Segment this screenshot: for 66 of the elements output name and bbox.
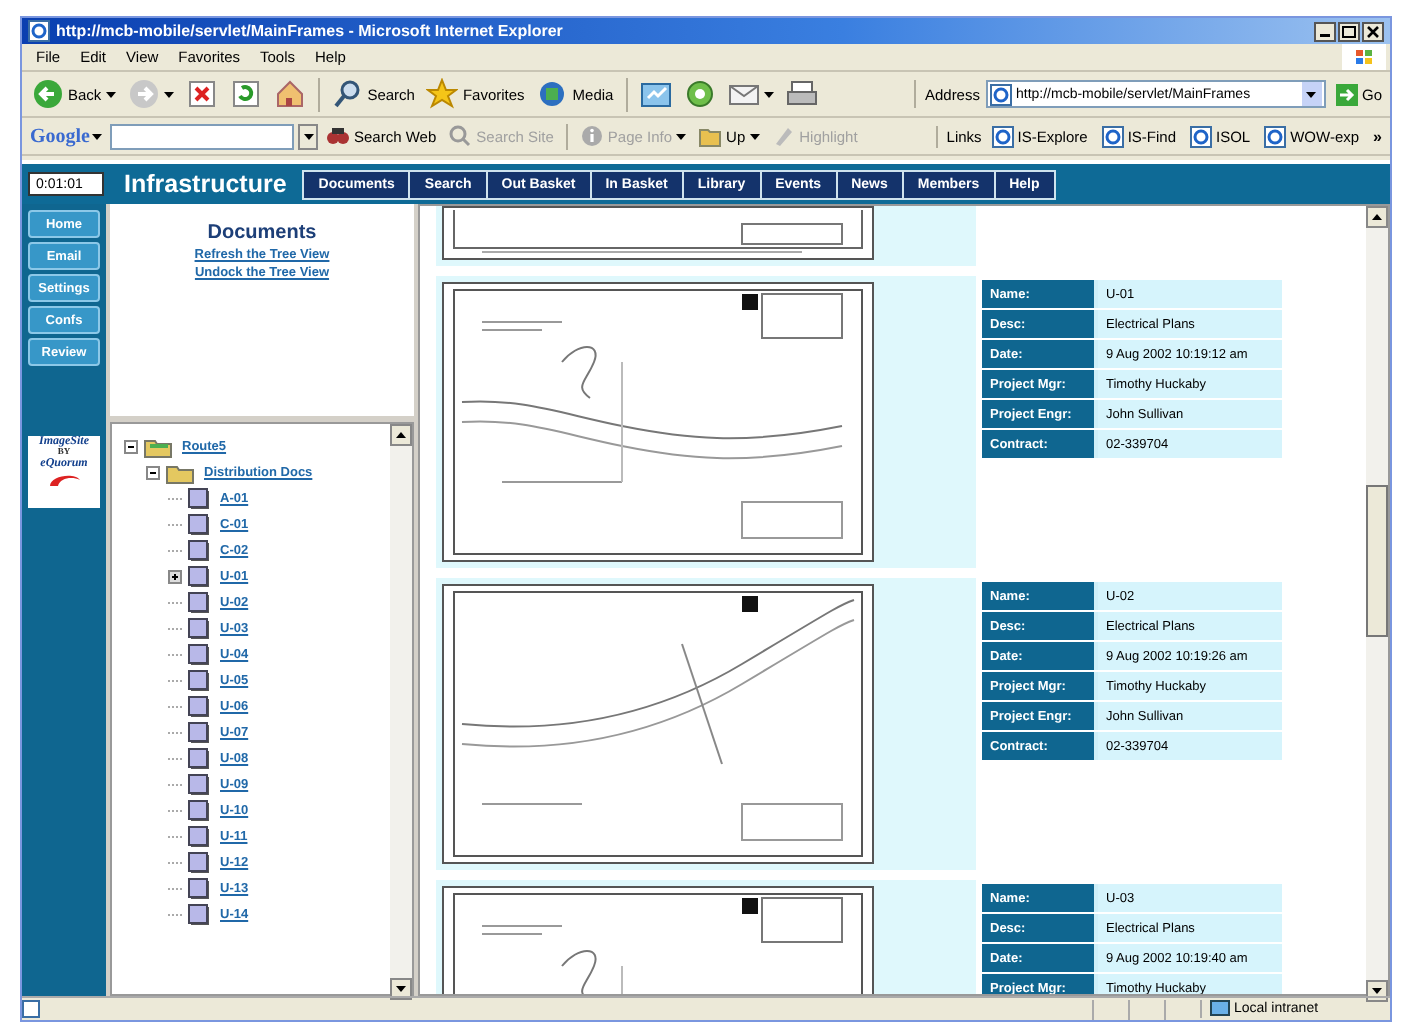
caret-icon[interactable] <box>763 91 774 97</box>
document-icon <box>188 774 210 796</box>
document-icon <box>188 566 210 588</box>
document-icon <box>188 618 210 640</box>
caret-icon[interactable] <box>1306 91 1317 97</box>
search-icon <box>331 78 364 110</box>
caret-icon[interactable] <box>105 91 116 97</box>
globe-icon[interactable] <box>683 78 716 110</box>
collapse-icon[interactable] <box>146 466 160 480</box>
magnifier-icon <box>448 124 473 148</box>
maximize-icon[interactable] <box>1338 21 1360 41</box>
document-icon <box>188 826 210 848</box>
document-icon <box>188 670 210 692</box>
page-icon <box>1264 125 1287 147</box>
document-icon <box>188 592 210 614</box>
site-title: Infrastructure <box>124 170 287 198</box>
caret-icon[interactable] <box>303 133 313 139</box>
scrollbar[interactable] <box>1366 206 1388 1002</box>
arrow-icon <box>1335 83 1358 105</box>
search-field[interactable] <box>110 123 294 149</box>
document-icon <box>188 852 210 874</box>
folder-icon <box>698 124 723 148</box>
document-icon <box>188 904 210 926</box>
minimize-icon[interactable] <box>1314 21 1336 41</box>
google-logo-button[interactable]: Google <box>26 125 106 147</box>
dropdown-button[interactable] <box>298 123 318 149</box>
caret-icon[interactable] <box>163 91 174 97</box>
document-icon <box>188 644 210 666</box>
document-icon <box>188 540 210 562</box>
close-icon[interactable] <box>1362 21 1384 41</box>
panel-title: Documents <box>207 222 317 244</box>
document-icon <box>188 748 210 770</box>
folder-icon <box>166 462 194 484</box>
home-icon[interactable] <box>273 78 306 110</box>
print-icon[interactable] <box>785 78 818 110</box>
document-icon <box>188 514 210 536</box>
marker-icon <box>771 124 796 148</box>
scrollbar[interactable] <box>390 424 412 1000</box>
refresh-icon[interactable] <box>229 78 262 110</box>
page-icon <box>989 83 1012 105</box>
page-icon <box>28 20 50 42</box>
back-icon <box>32 78 64 110</box>
media-icon <box>536 78 569 110</box>
caret-icon[interactable] <box>749 133 760 139</box>
document-icon <box>188 722 210 744</box>
windows-flag-icon <box>1342 44 1386 70</box>
page-icon <box>1190 125 1212 147</box>
document-icon <box>188 488 210 510</box>
folder-icon <box>144 436 172 458</box>
chart-icon[interactable] <box>639 78 672 110</box>
document-icon <box>188 800 210 822</box>
window-title: http://mcb-mobile/servlet/MainFrames - Microsoft Internet Explorer <box>56 22 565 40</box>
network-icon <box>1210 1000 1230 1018</box>
page-icon <box>1101 125 1124 147</box>
caret-icon[interactable] <box>92 133 102 139</box>
stop-icon[interactable] <box>185 78 218 110</box>
more-links-button[interactable]: » <box>1369 127 1386 145</box>
document-icon <box>188 878 210 900</box>
expand-icon[interactable] <box>168 570 182 584</box>
binoculars-icon <box>326 124 350 148</box>
page-icon <box>991 125 1014 147</box>
info-icon <box>579 124 604 148</box>
star-icon <box>426 78 459 110</box>
collapse-icon[interactable] <box>124 440 138 454</box>
document-icon <box>188 696 210 718</box>
page-icon <box>22 1000 40 1018</box>
